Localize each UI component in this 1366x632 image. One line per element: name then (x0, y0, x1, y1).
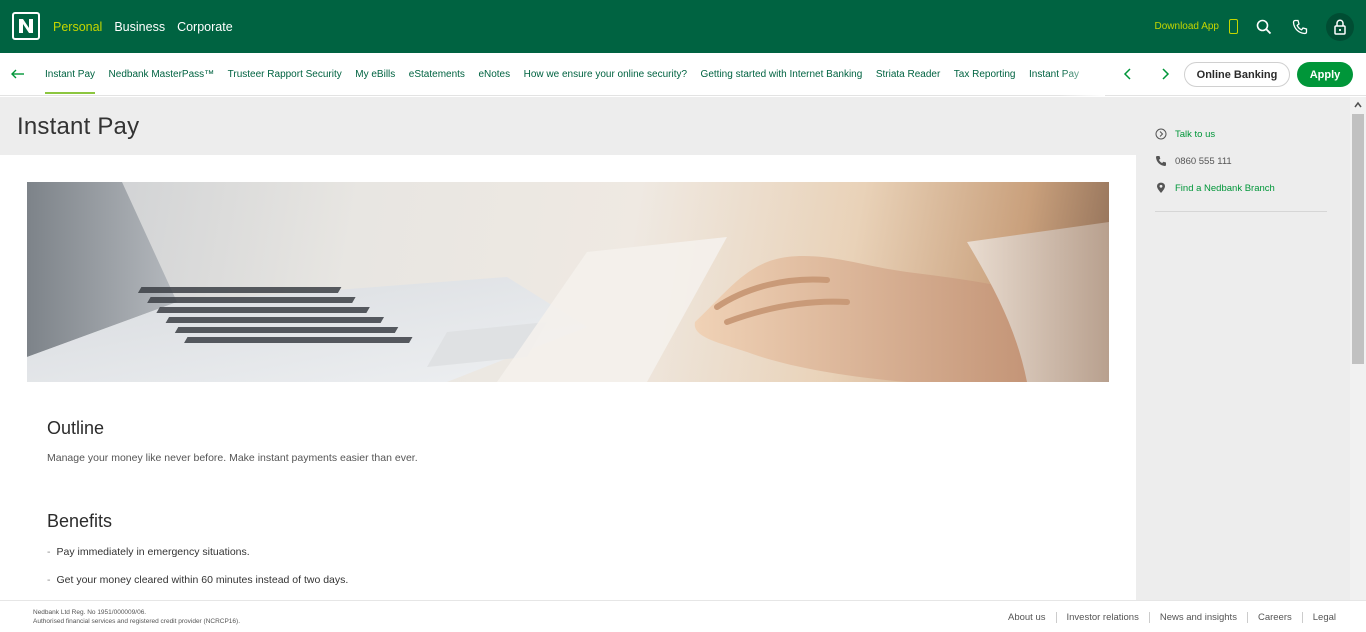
apply-button[interactable]: Apply (1297, 62, 1353, 87)
segment-corporate[interactable]: Corporate (177, 20, 233, 34)
talk-to-us-link[interactable]: Talk to us (1155, 128, 1215, 140)
subnav-link-enotes[interactable]: eNotes (478, 53, 510, 96)
sidebar-divider (1155, 211, 1327, 212)
phone-number-label: 0860 555 111 (1175, 155, 1232, 167)
chevron-left-icon[interactable] (1120, 66, 1136, 82)
footer-link-about[interactable]: About us (998, 612, 1056, 623)
subnav-link-getting-started[interactable]: Getting started with Internet Banking (701, 53, 863, 96)
talk-to-us-label: Talk to us (1175, 128, 1216, 140)
benefit-text: Pay immediately in emergency situations. (56, 546, 250, 558)
online-banking-button[interactable]: Online Banking (1184, 62, 1290, 87)
phone-number-item[interactable]: 0860 555 111 (1155, 155, 1232, 167)
subnav-link-online-security[interactable]: How we ensure your online security? (524, 53, 687, 96)
subnav-link-tax-reporting[interactable]: Tax Reporting (954, 53, 1016, 96)
page-scrollbar[interactable] (1350, 97, 1366, 600)
subnav-link-striata[interactable]: Striata Reader (876, 53, 940, 96)
chevron-right-icon[interactable] (1157, 66, 1173, 82)
header-actions: Download App (1154, 0, 1354, 53)
subnav-link-masterpass[interactable]: Nedbank MasterPass™ (109, 53, 215, 96)
segment-switcher: Personal Business Corporate (53, 0, 233, 53)
search-icon[interactable] (1254, 17, 1274, 37)
benefit-item: - Pay immediately in emergency situations… (47, 546, 250, 558)
contact-sidebar: Talk to us 0860 555 111 Find a Nedbank B… (1136, 97, 1350, 600)
find-branch-label: Find a Nedbank Branch (1175, 182, 1275, 194)
phone-icon[interactable] (1290, 17, 1310, 37)
phone-icon (1156, 156, 1166, 166)
legal-line-authorisation: Authorised financial services and regist… (33, 618, 241, 625)
outline-heading: Outline (47, 418, 105, 438)
segment-personal[interactable]: Personal (53, 20, 102, 34)
subnav-fade (1060, 53, 1105, 96)
bullet-dash: - (47, 546, 51, 558)
legal-line-registration: Nedbank Ltd Reg. No 1951/000009/06. (33, 609, 147, 616)
product-subnav: Instant Pay Nedbank MasterPass™ Trusteer… (0, 53, 1366, 96)
subnav-link-estatements[interactable]: eStatements (409, 53, 465, 96)
page-title: Instant Pay (17, 113, 140, 140)
top-navigation-bar: Personal Business Corporate Download App (0, 0, 1366, 53)
benefit-item: - Get your money cleared within 60 minute… (47, 574, 348, 586)
subnav-link-trusteer[interactable]: Trusteer Rapport Security (228, 53, 342, 96)
benefit-text: Get your money cleared within 60 minutes… (56, 574, 349, 586)
footer-link-investor[interactable]: Investor relations (1055, 611, 1149, 623)
page-title-band: Instant Pay (0, 97, 1136, 155)
scroll-up-icon (1354, 101, 1362, 108)
footer-links: About us Investor relations News and ins… (998, 601, 1346, 632)
chat-circle-icon (1155, 128, 1167, 140)
lock-icon[interactable] (1326, 12, 1354, 41)
location-pin-icon (1157, 182, 1165, 193)
outline-text: Manage your money like never before. Mak… (47, 452, 418, 464)
footer-link-news[interactable]: News and insights (1148, 611, 1247, 623)
hero-image (27, 182, 1109, 382)
bullet-dash: - (47, 574, 51, 586)
mobile-phone-icon (1229, 19, 1238, 34)
legal-text: Nedbank Ltd Reg. No 1951/000009/06. Auth… (33, 608, 240, 626)
subnav-link-ebills[interactable]: My eBills (355, 53, 395, 96)
download-app-link[interactable]: Download App (1154, 19, 1238, 34)
nedbank-logo-icon[interactable] (12, 12, 40, 40)
download-app-label: Download App (1154, 21, 1220, 32)
scrollbar-thumb[interactable] (1352, 114, 1364, 364)
subnav-links: Instant Pay Nedbank MasterPass™ Trusteer… (45, 53, 1100, 96)
segment-business[interactable]: Business (114, 20, 165, 34)
footer-link-legal[interactable]: Legal (1301, 611, 1346, 623)
subnav-link-instant-pay[interactable]: Instant Pay (45, 53, 96, 96)
footer: Nedbank Ltd Reg. No 1951/000009/06. Auth… (0, 600, 1366, 632)
find-branch-link[interactable]: Find a Nedbank Branch (1155, 182, 1275, 194)
arrow-left-icon[interactable] (10, 66, 26, 82)
footer-link-careers[interactable]: Careers (1246, 611, 1302, 623)
benefits-heading: Benefits (47, 511, 113, 531)
